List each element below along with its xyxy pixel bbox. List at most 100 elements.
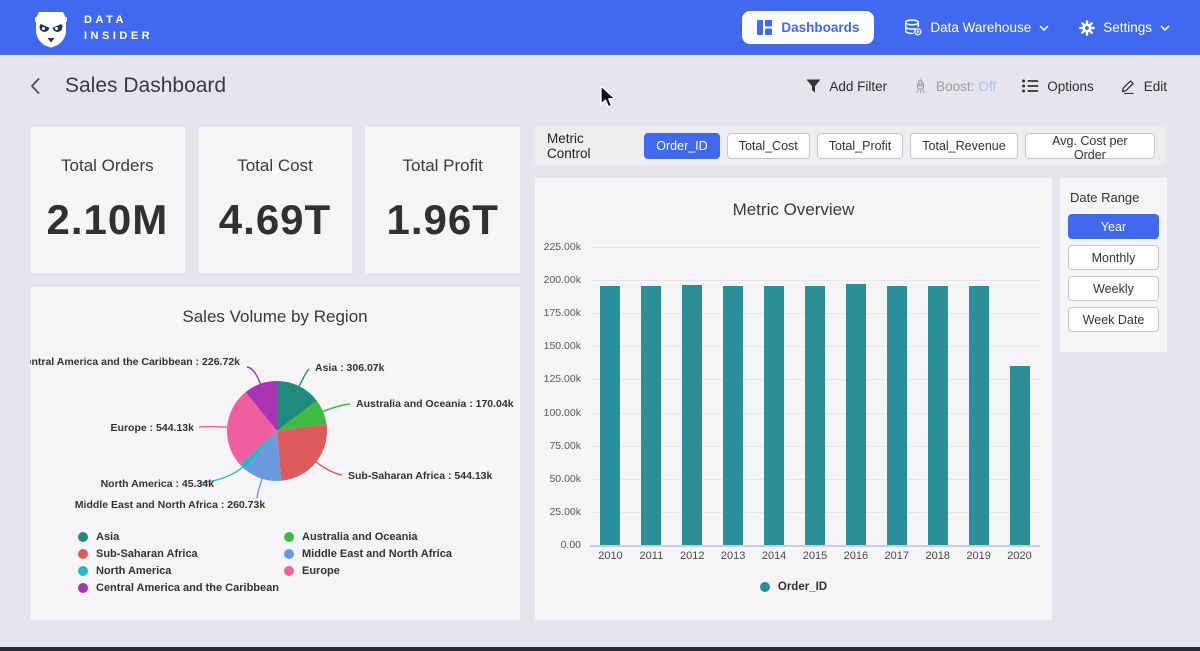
bar-2012[interactable] bbox=[682, 285, 702, 545]
kpi-label: Total Cost bbox=[237, 156, 313, 176]
boost-label: Boost: bbox=[936, 79, 974, 94]
bar-2013[interactable] bbox=[723, 286, 743, 545]
legend-dot bbox=[284, 532, 294, 542]
bar-2011[interactable] bbox=[641, 286, 661, 545]
settings-menu[interactable]: Settings bbox=[1079, 20, 1170, 36]
x-axis-label: 2015 bbox=[795, 550, 836, 562]
bar-slot bbox=[835, 247, 876, 545]
y-axis-tick: 200.00k bbox=[544, 274, 581, 286]
bar-2020[interactable] bbox=[1010, 366, 1030, 545]
edit-button[interactable]: Edit bbox=[1120, 78, 1167, 94]
legend-label: Order_ID bbox=[778, 581, 827, 593]
legend-dot bbox=[78, 583, 88, 593]
bar-2014[interactable] bbox=[764, 286, 784, 545]
pie-label-asia: Asia : 306.07k bbox=[315, 362, 385, 374]
legend-item-europe[interactable]: Europe bbox=[284, 565, 514, 577]
date-range-card: Date Range YearMonthlyWeeklyWeek Date bbox=[1060, 178, 1167, 352]
bar-slot bbox=[958, 247, 999, 545]
pie-label-australia-and-oceania: Australia and Oceania : 170.04k bbox=[356, 398, 514, 410]
pie-label-north-america: North America : 45.34k bbox=[101, 478, 215, 490]
metric-button-total-revenue[interactable]: Total_Revenue bbox=[910, 133, 1017, 159]
y-axis-tick: 100.00k bbox=[544, 407, 581, 419]
pie-slice-sub-saharan-africa[interactable] bbox=[277, 424, 327, 481]
pie-chart: Asia : 306.07k Australia and Oceania : 17… bbox=[30, 345, 520, 527]
boost-toggle[interactable]: Boost: Off bbox=[913, 79, 996, 94]
pie-leader-line bbox=[199, 427, 229, 428]
y-axis-tick: 150.00k bbox=[544, 340, 581, 352]
pie-label-middle-east-and-north-africa: Middle East and North Africa : 260.73k bbox=[75, 499, 266, 511]
options-list-icon bbox=[1022, 79, 1039, 93]
page-header: Sales Dashboard Add Filter Boost: Off Op bbox=[0, 55, 1200, 117]
filter-funnel-icon bbox=[806, 79, 821, 93]
kpi-label: Total Profit bbox=[403, 156, 483, 176]
kpi-value: 2.10M bbox=[46, 196, 168, 244]
pie-leader-line bbox=[321, 404, 350, 412]
bar-chart-legend[interactable]: Order_ID bbox=[535, 581, 1052, 593]
legend-label: Asia bbox=[96, 531, 119, 543]
bar-slot bbox=[590, 247, 631, 545]
plot-area bbox=[590, 247, 1040, 545]
pie-leader-line bbox=[257, 477, 263, 498]
legend-item-asia[interactable]: Asia bbox=[78, 531, 284, 543]
bar-2010[interactable] bbox=[600, 286, 620, 545]
bar-slot bbox=[631, 247, 672, 545]
legend-label: Sub-Saharan Africa bbox=[96, 548, 198, 560]
pie-chart-card: Sales Volume by Region Asia : 306.07k Aus… bbox=[30, 287, 520, 620]
main-content: Total Orders 2.10M Total Cost 4.69T Tota… bbox=[0, 117, 1200, 620]
legend-item-sub-saharan-africa[interactable]: Sub-Saharan Africa bbox=[78, 548, 284, 560]
edit-pencil-icon bbox=[1120, 78, 1136, 94]
kpi-card-total-profit: Total Profit 1.96T bbox=[365, 127, 520, 273]
x-axis: 2010201120122013201420152016201720182019… bbox=[590, 550, 1040, 562]
pie-label-sub-saharan-africa: Sub-Saharan Africa : 544.13k bbox=[348, 470, 492, 482]
data-warehouse-menu[interactable]: Data Warehouse bbox=[904, 19, 1049, 36]
legend-item-north-america[interactable]: North America bbox=[78, 565, 284, 577]
options-label: Options bbox=[1047, 79, 1094, 94]
bar-2018[interactable] bbox=[928, 286, 948, 545]
legend-label: Middle East and North Africa bbox=[302, 548, 452, 560]
date-range-button-year[interactable]: Year bbox=[1068, 214, 1159, 239]
kpi-card-total-orders: Total Orders 2.10M bbox=[30, 127, 185, 273]
legend-label: Australia and Oceania bbox=[302, 531, 418, 543]
kpi-label: Total Orders bbox=[61, 156, 154, 176]
bar-slot bbox=[917, 247, 958, 545]
back-button[interactable] bbox=[30, 77, 41, 95]
data-warehouse-label: Data Warehouse bbox=[930, 20, 1031, 35]
bar-2019[interactable] bbox=[969, 286, 989, 545]
y-axis-tick: 75.00k bbox=[549, 440, 581, 452]
y-axis-tick: 0.00 bbox=[561, 539, 581, 551]
bar-2015[interactable] bbox=[805, 286, 825, 545]
metric-button-total-cost[interactable]: Total_Cost bbox=[727, 133, 810, 159]
metric-button-total-profit[interactable]: Total_Profit bbox=[817, 133, 904, 159]
kpi-card-total-cost: Total Cost 4.69T bbox=[198, 127, 353, 273]
pie-leader-line bbox=[315, 461, 342, 475]
pie-chart-title: Sales Volume by Region bbox=[30, 287, 520, 327]
bar-2017[interactable] bbox=[887, 286, 907, 545]
bar-slot bbox=[876, 247, 917, 545]
x-axis-label: 2011 bbox=[631, 550, 672, 562]
date-range-button-monthly[interactable]: Monthly bbox=[1068, 245, 1159, 270]
bar-chart-card: Metric Overview 225.00k200.00k175.00k150… bbox=[535, 178, 1052, 620]
options-button[interactable]: Options bbox=[1022, 79, 1094, 94]
bar-chart-title: Metric Overview bbox=[535, 178, 1052, 220]
pie-label-central-america-and-the-caribbean: Central America and the Caribbean : 226.… bbox=[30, 356, 240, 368]
legend-item-central-america-and-the-caribbean[interactable]: Central America and the Caribbean bbox=[78, 582, 284, 594]
pie-label-europe: Europe : 544.13k bbox=[111, 422, 195, 434]
legend-dot bbox=[284, 566, 294, 576]
metric-control-buttons: Order_ID Total_Cost Total_ProfitTotal_Reve… bbox=[644, 133, 1155, 159]
legend-item-middle-east-and-north-africa[interactable]: Middle East and North Africa bbox=[284, 548, 514, 560]
metric-button-avg-cost-per-order[interactable]: Avg. Cost per Order bbox=[1025, 133, 1155, 159]
y-axis-tick: 125.00k bbox=[544, 373, 581, 385]
dashboard-grid-icon bbox=[757, 20, 772, 35]
dashboards-button[interactable]: Dashboards bbox=[742, 11, 874, 44]
dashboards-label: Dashboards bbox=[781, 20, 859, 35]
footer-bar bbox=[0, 647, 1200, 651]
y-axis: 225.00k200.00k175.00k150.00k125.00k100.0… bbox=[535, 247, 581, 545]
date-range-button-weekly[interactable]: Weekly bbox=[1068, 276, 1159, 301]
bar-2016[interactable] bbox=[846, 284, 866, 545]
metric-button-order-id[interactable]: Order_ID bbox=[644, 133, 719, 159]
add-filter-button[interactable]: Add Filter bbox=[806, 79, 887, 94]
date-range-button-week-date[interactable]: Week Date bbox=[1068, 307, 1159, 332]
x-axis-label: 2010 bbox=[590, 550, 631, 562]
x-axis-label: 2019 bbox=[958, 550, 999, 562]
legend-item-australia-and-oceania[interactable]: Australia and Oceania bbox=[284, 531, 514, 543]
